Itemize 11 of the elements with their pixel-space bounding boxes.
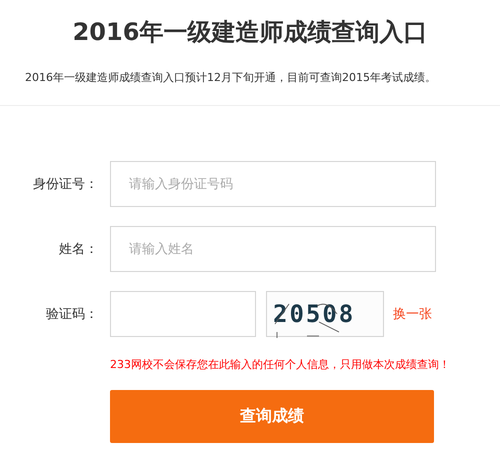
field-label: 姓名：	[58, 241, 98, 258]
privacy-note: 233网校不会保存您在此输入的任何个人信息，只用做本次成绩查询！	[110, 357, 451, 372]
submit-button[interactable]: 查询成绩	[110, 390, 434, 443]
notice-text: 2016年一级建造师成绩查询入口预计12月下旬开通，目前可查询2015年考试成绩。	[25, 70, 437, 85]
field-label: 验证码：	[45, 306, 98, 323]
captcha-input-field[interactable]	[110, 291, 256, 337]
field-label: 身份证号：	[32, 176, 98, 193]
input-field[interactable]: 请输入身份证号码	[110, 161, 436, 207]
page-title: 2016年一级建造师成绩查询入口	[72, 17, 428, 48]
input-field[interactable]: 请输入姓名	[110, 226, 436, 272]
refresh-captcha-link[interactable]: 换一张	[393, 305, 432, 323]
